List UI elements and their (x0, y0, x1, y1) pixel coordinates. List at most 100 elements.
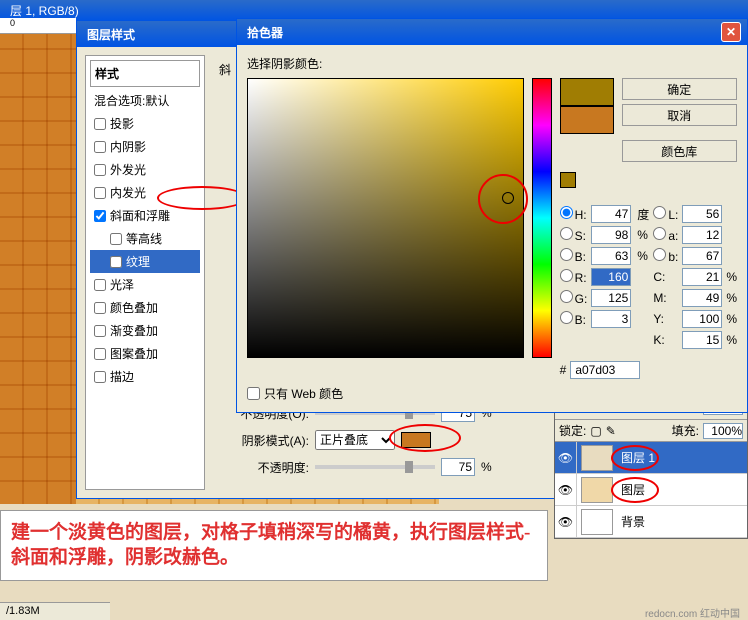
lock-label: 锁定: (559, 422, 586, 439)
style-item-10[interactable]: 图案叠加 (90, 342, 200, 365)
style-item-4[interactable]: 斜面和浮雕 (90, 204, 200, 227)
style-checkbox[interactable] (110, 233, 122, 245)
style-checkbox[interactable] (110, 256, 122, 268)
color-marker (502, 192, 514, 204)
style-checkbox[interactable] (94, 302, 106, 314)
style-item-3[interactable]: 内发光 (90, 181, 200, 204)
opacity2-input[interactable] (441, 458, 475, 476)
y-input[interactable] (682, 310, 722, 328)
style-item-label: 纹理 (126, 253, 150, 270)
percent-label: % (481, 460, 492, 474)
color-picker-titlebar[interactable]: 拾色器 ✕ (237, 19, 747, 45)
l-radio[interactable] (653, 206, 666, 219)
opacity2-label: 不透明度: (219, 459, 309, 476)
style-checkbox[interactable] (94, 348, 106, 360)
bb-input[interactable] (591, 247, 631, 265)
a-radio[interactable] (653, 227, 666, 240)
style-item-7[interactable]: 光泽 (90, 273, 200, 296)
color-field[interactable] (247, 78, 524, 358)
annotation-text: 建一个淡黄色的图层，对格子填稍深写的橘黄，执行图层样式-斜面和浮雕，阴影改赫色。 (0, 510, 548, 581)
layer-row[interactable]: 👁 背景 (555, 506, 747, 538)
opacity2-slider[interactable] (315, 465, 435, 469)
style-item-label: 渐变叠加 (110, 322, 158, 339)
layer-name[interactable]: 背景 (617, 513, 747, 530)
style-item-11[interactable]: 描边 (90, 365, 200, 388)
style-item-label: 颜色叠加 (110, 299, 158, 316)
fill-label: 填充: (672, 422, 699, 439)
close-icon[interactable]: ✕ (721, 22, 741, 42)
lab-b-radio[interactable] (653, 248, 666, 261)
color-picker-dialog: 拾色器 ✕ 选择阴影颜色: 确定 取消 (236, 18, 748, 413)
c-input[interactable] (682, 268, 722, 286)
layer-thumbnail (581, 509, 613, 535)
shadow-mode-select[interactable]: 正片叠底 (315, 430, 395, 450)
style-item-1[interactable]: 内阴影 (90, 135, 200, 158)
styles-header[interactable]: 样式 (90, 60, 200, 87)
color-libs-button[interactable]: 颜色库 (622, 140, 737, 162)
layer-name[interactable]: 图层 (617, 481, 747, 498)
layer-row[interactable]: 👁 图层 (555, 474, 747, 506)
style-checkbox[interactable] (94, 279, 106, 291)
style-item-label: 描边 (110, 368, 134, 385)
style-checkbox[interactable] (94, 325, 106, 337)
ok-button[interactable]: 确定 (622, 78, 737, 100)
bb-radio[interactable] (560, 248, 573, 261)
b-input[interactable] (591, 310, 631, 328)
a-input[interactable] (682, 226, 722, 244)
shadow-color-swatch[interactable] (401, 432, 431, 448)
select-color-label: 选择阴影颜色: (247, 55, 737, 72)
eye-icon[interactable]: 👁 (555, 474, 577, 505)
hex-label: # (560, 363, 567, 377)
style-checkbox[interactable] (94, 118, 106, 130)
shadow-mode-label: 阴影模式(A): (219, 432, 309, 449)
m-input[interactable] (682, 289, 722, 307)
lab-b-input[interactable] (682, 247, 722, 265)
color-preview (560, 78, 614, 134)
style-checkbox[interactable] (94, 187, 106, 199)
style-checkbox[interactable] (94, 210, 106, 222)
style-item-8[interactable]: 颜色叠加 (90, 296, 200, 319)
layer-row[interactable]: 👁 图层 1 (555, 442, 747, 474)
eye-icon[interactable]: 👁 (555, 506, 577, 537)
layer-thumbnail (581, 445, 613, 471)
r-radio[interactable] (560, 269, 573, 282)
style-item-2[interactable]: 外发光 (90, 158, 200, 181)
style-list: 样式 混合选项:默认 投影内阴影外发光内发光斜面和浮雕等高线纹理光泽颜色叠加渐变… (85, 55, 205, 490)
s-input[interactable] (591, 226, 631, 244)
g-radio[interactable] (560, 290, 573, 303)
status-bar: /1.83M (0, 602, 110, 620)
style-item-5[interactable]: 等高线 (90, 227, 200, 250)
warn-swatch (560, 172, 576, 188)
h-radio[interactable] (560, 206, 573, 219)
cancel-button[interactable]: 取消 (622, 104, 737, 126)
layer-thumbnail (581, 477, 613, 503)
color-values: H:度 L: S:% a: B:% b: R: C:% G: M:% B: Y:… (560, 205, 737, 349)
eye-icon[interactable]: 👁 (555, 442, 577, 473)
style-checkbox[interactable] (94, 141, 106, 153)
style-item-label: 光泽 (110, 276, 134, 293)
b-radio[interactable] (560, 311, 573, 324)
style-checkbox[interactable] (94, 371, 106, 383)
l-input[interactable] (682, 205, 722, 223)
style-checkbox[interactable] (94, 164, 106, 176)
blend-options[interactable]: 混合选项:默认 (90, 89, 200, 112)
s-radio[interactable] (560, 227, 573, 240)
style-item-6[interactable]: 纹理 (90, 250, 200, 273)
lock-transparent-icon[interactable]: ▢ (590, 424, 601, 438)
style-item-label: 图案叠加 (110, 345, 158, 362)
hue-slider[interactable] (532, 78, 552, 358)
fill-input[interactable] (703, 423, 743, 439)
h-input[interactable] (591, 205, 631, 223)
g-input[interactable] (591, 289, 631, 307)
web-only-checkbox[interactable] (247, 387, 260, 400)
style-item-9[interactable]: 渐变叠加 (90, 319, 200, 342)
style-item-label: 投影 (110, 115, 134, 132)
r-input[interactable] (591, 268, 631, 286)
k-input[interactable] (682, 331, 722, 349)
layer-name[interactable]: 图层 1 (617, 449, 747, 466)
lock-brush-icon[interactable]: ✎ (606, 424, 616, 438)
style-item-label: 等高线 (126, 230, 162, 247)
style-item-label: 内发光 (110, 184, 146, 201)
style-item-0[interactable]: 投影 (90, 112, 200, 135)
hex-input[interactable] (570, 361, 640, 379)
